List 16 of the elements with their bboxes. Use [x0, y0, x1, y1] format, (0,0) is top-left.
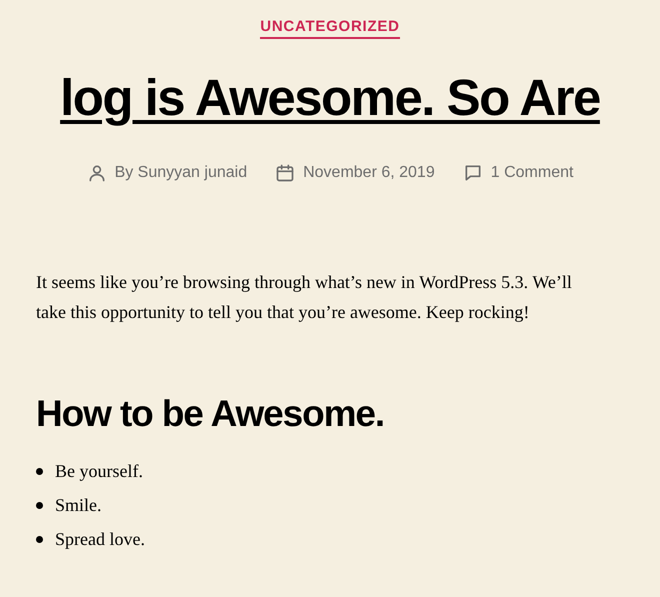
section-heading: How to be Awesome. — [36, 392, 386, 436]
person-icon — [86, 163, 107, 183]
bullet-icon — [36, 536, 43, 542]
list-item: Be yourself. — [55, 460, 143, 483]
post-meta-link[interactable]: By Sunyyan junaid — [114, 161, 248, 185]
bullet-icon — [36, 502, 43, 508]
bullet-icon — [36, 468, 43, 474]
post-meta-link[interactable]: November 6, 2019 — [303, 161, 435, 185]
speech-bubble-icon — [462, 163, 483, 183]
category-link[interactable]: UNCATEGORIZED — [260, 18, 400, 39]
list-item: Smile. — [55, 494, 102, 517]
intro-paragraph: It seems like you’re browsing through what’s new in WordPress 5.3. We’ll take this opportunity to tell you that you’re awesome. Keep rocking! — [36, 271, 573, 324]
calendar-icon — [275, 163, 296, 183]
post-title[interactable]: log is Awesome. So Are — [60, 65, 600, 131]
list-item: Spread love. — [55, 528, 145, 551]
post-meta-link[interactable]: 1 Comment — [490, 161, 574, 185]
